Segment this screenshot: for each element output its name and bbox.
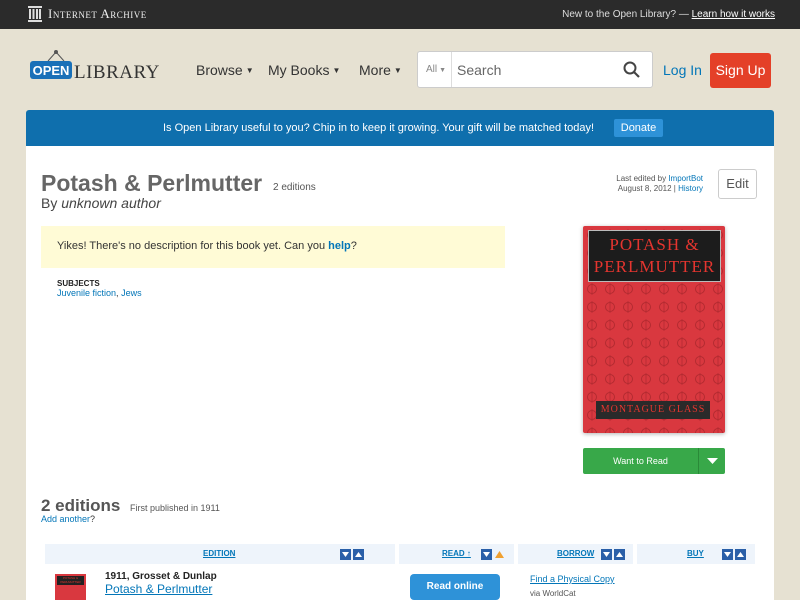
sort-edition-link[interactable]: EDITION — [203, 549, 235, 558]
nav-more-label: More — [359, 62, 391, 78]
add-another-link[interactable]: Add another — [41, 514, 90, 524]
search-scope-label: All — [426, 64, 438, 75]
sort-up-active-icon[interactable] — [494, 549, 505, 562]
last-edited-prefix: Last edited by — [616, 174, 667, 183]
first-published: First published in 1911 — [130, 503, 220, 513]
internet-archive-bar: Internet Archive New to the Open Library… — [0, 0, 800, 29]
want-to-read-button[interactable]: Want to Read — [583, 448, 725, 474]
edition-cover-thumbnail[interactable]: POTASH & PERLMUTTER — [55, 574, 86, 600]
donate-banner: Is Open Library useful to you? Chip in t… — [26, 110, 774, 146]
signup-button[interactable]: Sign Up — [710, 53, 771, 88]
nav-my-books[interactable]: My Books ▼ — [268, 62, 340, 78]
find-physical-copy-link[interactable]: Find a Physical Copy — [530, 574, 615, 584]
edition-title-link[interactable]: Potash & Perlmutter — [105, 582, 212, 596]
sort-read-link[interactable]: READ ↑ — [442, 549, 471, 558]
last-edited-date: August 8, 2012 — [617, 184, 672, 193]
nav-browse-label: Browse — [196, 62, 243, 78]
want-to-read-label: Want to Read — [613, 456, 668, 466]
cover-title: POTASH & PERLMUTTER — [588, 230, 721, 282]
cover-title-line1: POTASH & — [609, 235, 700, 254]
description-box: Yikes! There's no description for this b… — [41, 226, 505, 268]
donate-button[interactable]: Donate — [614, 119, 663, 137]
internet-archive-logo[interactable]: Internet Archive — [28, 6, 147, 22]
subject-link[interactable]: Jews — [121, 288, 142, 298]
sort-down-icon[interactable] — [601, 549, 612, 562]
chevron-down-icon — [707, 458, 718, 464]
chevron-down-icon: ▼ — [332, 66, 341, 75]
edition-sort-controls — [340, 549, 364, 562]
add-another-end: ? — [90, 514, 96, 524]
last-edited-info: Last edited by ImportBot August 8, 2012 … — [616, 174, 703, 193]
read-online-button[interactable]: Read online — [410, 574, 500, 600]
sort-down-icon[interactable] — [722, 549, 733, 562]
sort-up-icon[interactable] — [614, 549, 625, 562]
site-header: OPEN LIBRARY Browse ▼ My Books ▼ More ▼ All… — [0, 29, 800, 109]
chevron-down-icon: ▼ — [245, 66, 254, 75]
by-label: By — [41, 195, 58, 211]
sort-down-icon[interactable] — [340, 549, 351, 562]
help-link[interactable]: help — [328, 240, 351, 252]
donate-text: Is Open Library useful to you? Chip in t… — [163, 122, 595, 134]
last-edited-by-link[interactable]: ImportBot — [668, 174, 703, 183]
edition-publisher: 1911, Grosset & Dunlap — [105, 571, 217, 582]
login-link[interactable]: Log In — [663, 62, 702, 78]
sort-borrow-link[interactable]: BORROW — [557, 549, 594, 558]
new-to-open-library: New to the Open Library? — Learn how it … — [562, 9, 775, 20]
description-text: Yikes! There's no description for this b… — [57, 240, 326, 252]
byline: By unknown author — [41, 195, 161, 211]
add-another: Add another? — [41, 514, 95, 524]
sort-up-icon[interactable] — [735, 549, 746, 562]
history-link[interactable]: History — [678, 184, 703, 193]
subjects-list: Juvenile fiction, Jews — [57, 288, 142, 298]
work-title: Potash & Perlmutter — [41, 170, 263, 196]
book-cover[interactable]: POTASH & PERLMUTTER MONTAGUE GLASS — [583, 226, 725, 433]
chevron-down-icon: ▼ — [393, 66, 402, 75]
sort-buy-link[interactable]: BUY — [687, 549, 704, 558]
cover-title-line2: PERLMUTTER — [593, 257, 716, 276]
edit-button[interactable]: Edit — [718, 169, 757, 199]
thumbnail-title: POTASH & PERLMUTTER — [57, 576, 84, 585]
logo-open-text: OPEN — [33, 63, 70, 78]
new-to-text: New to the Open Library? — — [562, 9, 689, 20]
column-borrow: BORROW — [518, 544, 633, 564]
column-read: READ ↑ — [399, 544, 514, 564]
subjects-heading: SUBJECTS — [57, 279, 100, 288]
search-box: All ▼ — [417, 51, 653, 88]
column-edition: EDITION — [45, 544, 395, 564]
description-end: ? — [350, 240, 357, 252]
learn-how-link[interactable]: Learn how it works — [692, 9, 775, 20]
nav-my-books-label: My Books — [268, 62, 330, 78]
archive-building-icon — [28, 6, 42, 22]
logo-library-text: LIBRARY — [74, 62, 160, 83]
internet-archive-logo-text: Internet Archive — [48, 6, 147, 21]
editions-count: 2 editions — [273, 182, 316, 193]
read-sort-controls — [481, 549, 505, 562]
chevron-down-icon: ▼ — [439, 67, 447, 74]
subject-link[interactable]: Juvenile fiction — [57, 288, 116, 298]
column-buy: BUY — [637, 544, 755, 564]
nav-browse[interactable]: Browse ▼ — [196, 62, 254, 78]
nav-more[interactable]: More ▼ — [359, 62, 402, 78]
via-worldcat: via WorldCat — [530, 589, 576, 598]
buy-sort-controls — [722, 549, 746, 562]
sort-up-icon[interactable] — [353, 549, 364, 562]
search-icon[interactable] — [623, 61, 640, 78]
editions-heading: 2 editions — [41, 496, 121, 515]
want-to-read-dropdown[interactable] — [698, 448, 725, 474]
search-scope-select[interactable]: All ▼ — [418, 52, 452, 87]
author-name: unknown author — [61, 195, 161, 211]
search-input[interactable] — [454, 52, 614, 87]
open-library-logo[interactable]: OPEN LIBRARY — [28, 47, 168, 93]
work-page: Potash & Perlmutter 2 editions By unknow… — [26, 146, 774, 600]
sort-down-icon[interactable] — [481, 549, 492, 562]
cover-author: MONTAGUE GLASS — [596, 401, 710, 419]
borrow-sort-controls — [601, 549, 625, 562]
